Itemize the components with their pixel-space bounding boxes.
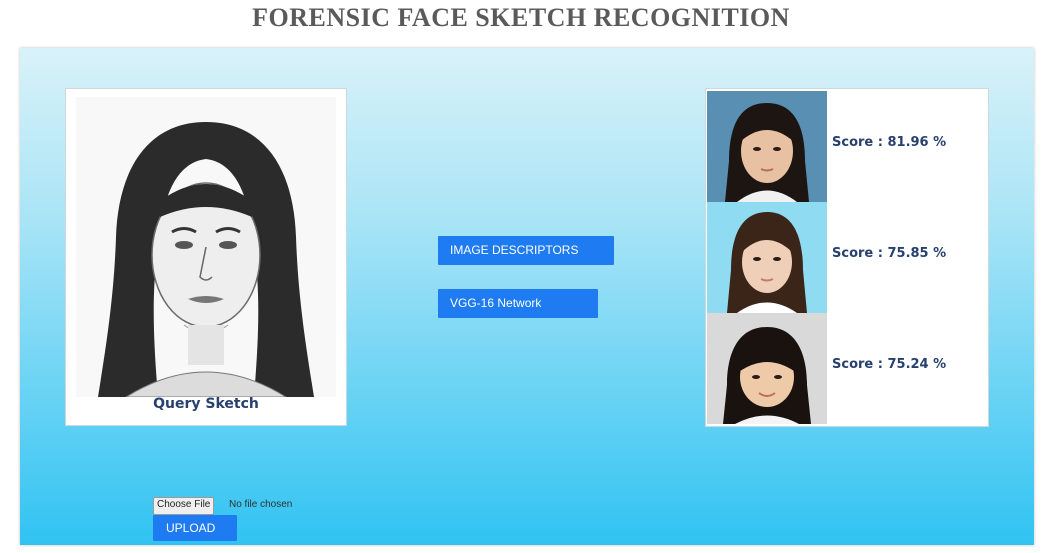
results-card: Score : 81.96 % Score : 75.85 % Score: … xyxy=(705,88,989,427)
query-sketch-label: Query Sketch xyxy=(153,396,259,412)
result-score: Score : 75.85 % xyxy=(832,246,947,261)
upload-button[interactable]: UPLOAD xyxy=(153,515,237,541)
choose-file-button[interactable]: Choose File xyxy=(153,497,215,515)
match-photo-3 xyxy=(707,313,827,424)
match-photo-2 xyxy=(707,202,827,313)
image-descriptors-button[interactable]: IMAGE DESCRIPTORS xyxy=(438,236,614,265)
main-panel: Query Sketch IMAGE DESCRIPTORS VGG-16 Ne… xyxy=(20,48,1034,545)
query-sketch-image xyxy=(76,97,336,398)
query-sketch-card: Query Sketch xyxy=(65,88,347,426)
result-row: Score : 81.96 % xyxy=(706,91,988,202)
result-score: Score : 81.96 % xyxy=(832,135,947,150)
match-photo-1 xyxy=(707,91,827,202)
result-row: Score : 75.85 % xyxy=(706,202,988,313)
result-row: Score : 75.24 % xyxy=(706,313,988,424)
vgg16-network-button[interactable]: VGG-16 Network xyxy=(438,289,598,318)
page-title: FORENSIC FACE SKETCH RECOGNITION xyxy=(252,3,790,32)
file-status-text: No file chosen xyxy=(229,499,293,510)
result-score: Score : 75.24 % xyxy=(832,357,947,372)
